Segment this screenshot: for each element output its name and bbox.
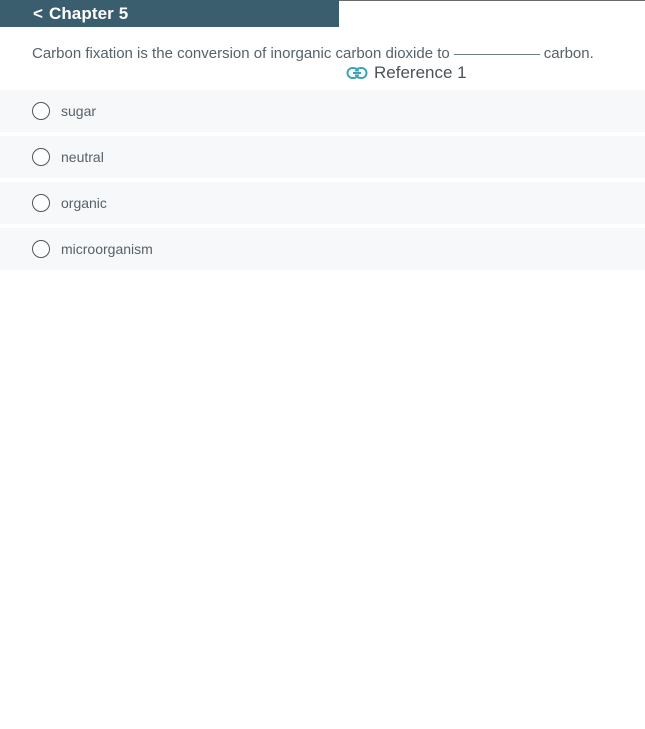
option-label: neutral	[61, 149, 104, 165]
radio-button[interactable]	[32, 194, 50, 212]
option-organic[interactable]: organic	[0, 182, 645, 224]
back-to-chapter-button[interactable]: < Chapter 5	[0, 0, 339, 27]
option-neutral[interactable]: neutral	[0, 136, 645, 178]
reference-label: Reference 1	[374, 63, 467, 82]
back-chevron-icon: <	[33, 4, 43, 23]
radio-button[interactable]	[32, 148, 50, 166]
question-text-before: Carbon fixation is the conversion of ino…	[32, 45, 450, 62]
question-text-after: carbon.	[543, 45, 594, 62]
option-sugar[interactable]: sugar	[0, 90, 645, 132]
radio-button[interactable]	[32, 102, 50, 120]
option-label: microorganism	[61, 241, 153, 257]
option-label: organic	[61, 195, 107, 211]
answer-options: sugar neutral organic microorganism	[0, 90, 645, 274]
option-label: sugar	[61, 103, 97, 119]
link-icon	[346, 66, 368, 80]
option-microorganism[interactable]: microorganism	[0, 228, 645, 270]
answer-blank	[453, 53, 540, 55]
question-text: Carbon fixation is the conversion of ino…	[32, 45, 632, 62]
radio-button[interactable]	[32, 240, 50, 258]
chapter-title: Chapter 5	[48, 3, 129, 23]
reference-link[interactable]: Reference 1	[346, 63, 467, 83]
